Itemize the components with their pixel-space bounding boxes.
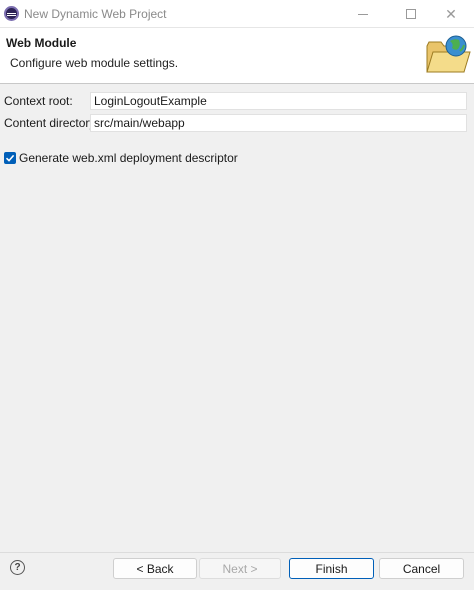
minimize-button[interactable] (340, 0, 386, 28)
eclipse-app-icon (4, 6, 19, 21)
generate-descriptor-checkbox[interactable] (4, 152, 16, 164)
help-button[interactable]: ? (10, 560, 25, 575)
checkmark-icon (5, 154, 15, 162)
footer-divider (0, 552, 474, 553)
content-directory-input[interactable] (90, 114, 467, 132)
generate-descriptor-option[interactable]: Generate web.xml deployment descriptor (4, 151, 238, 165)
close-icon: ✕ (445, 5, 457, 22)
finish-button[interactable]: Finish (289, 558, 374, 579)
window-titlebar: New Dynamic Web Project ✕ (0, 0, 474, 28)
window-title: New Dynamic Web Project (24, 7, 167, 21)
next-button[interactable]: Next > (199, 558, 281, 579)
context-root-label: Context root: (4, 94, 73, 108)
content-directory-label: Content directory: (4, 116, 99, 130)
minimize-icon (358, 13, 368, 15)
help-icon: ? (14, 562, 21, 573)
wizard-header: Web Module Configure web module settings… (0, 28, 474, 84)
maximize-icon (406, 9, 416, 19)
close-button[interactable]: ✕ (428, 0, 474, 28)
cancel-button[interactable]: Cancel (379, 558, 464, 579)
folder-globe-icon (426, 35, 471, 73)
generate-descriptor-label: Generate web.xml deployment descriptor (19, 151, 238, 165)
back-button[interactable]: < Back (113, 558, 197, 579)
context-root-input[interactable] (90, 92, 467, 110)
page-description: Configure web module settings. (10, 56, 179, 70)
page-title: Web Module (6, 36, 77, 50)
